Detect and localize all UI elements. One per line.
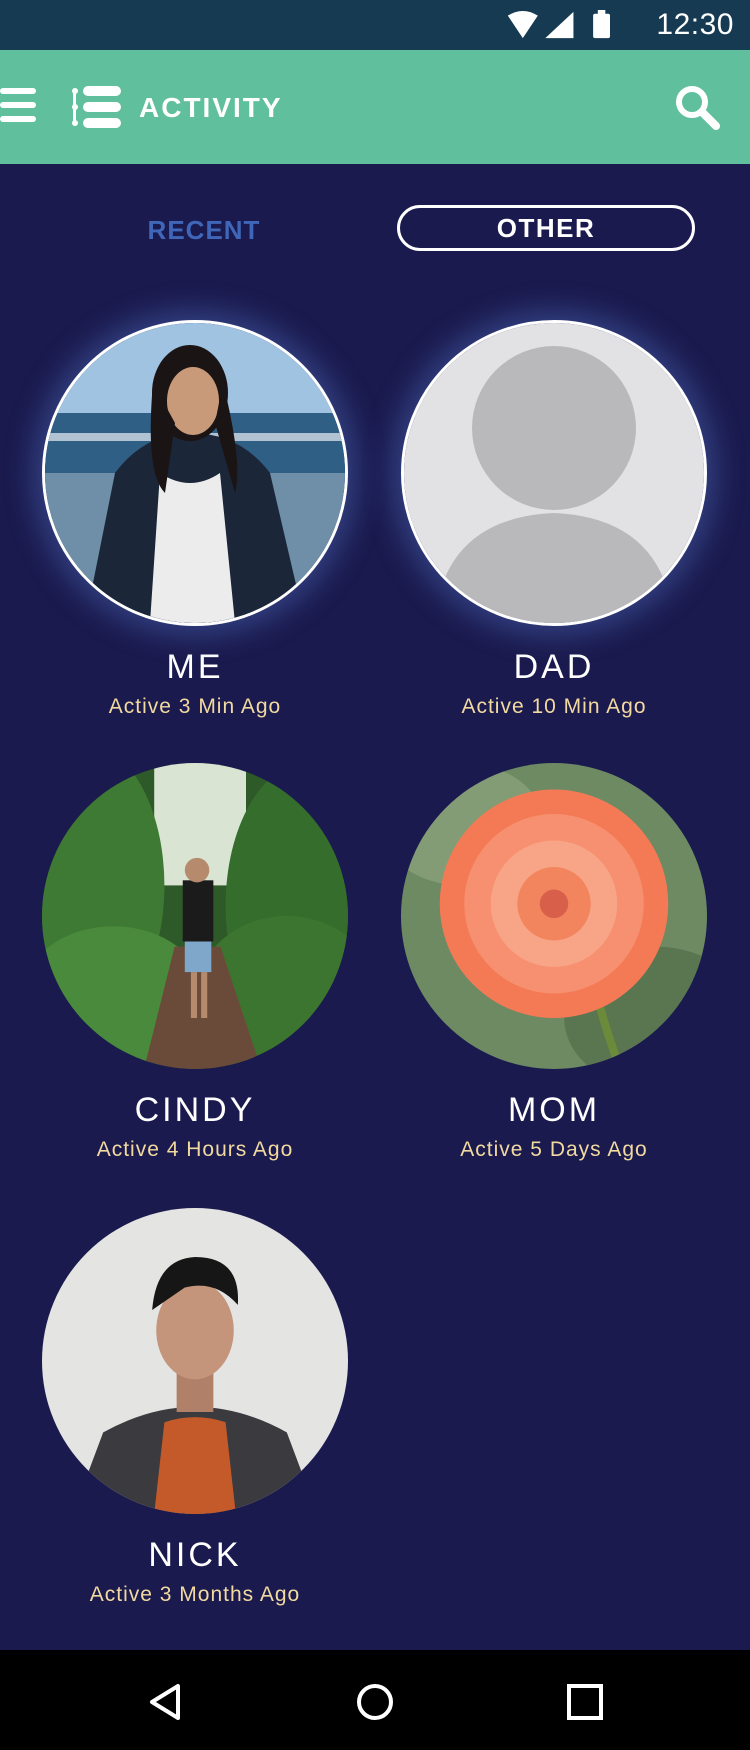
avatar-photo [42, 1208, 348, 1514]
search-icon[interactable] [674, 84, 720, 130]
avatar-nick[interactable] [42, 1208, 348, 1514]
contact-name: ME [166, 648, 224, 686]
contact-status: Active 10 Min Ago [461, 695, 647, 718]
contact-name: NICK [148, 1536, 242, 1574]
battery-icon [593, 10, 610, 39]
menu-icon-line [0, 102, 36, 108]
default-avatar-icon [404, 323, 704, 623]
contact-card-nick[interactable]: NICK Active 3 Months Ago [35, 1208, 355, 1607]
contact-card-dad[interactable]: DAD Active 10 Min Ago [394, 320, 714, 719]
status-time: 12:30 [656, 8, 734, 41]
avatar-me[interactable] [42, 320, 348, 626]
avatar-photo [45, 323, 345, 623]
contact-status: Active 3 Min Ago [108, 695, 282, 718]
avatar-mom[interactable] [401, 763, 707, 1069]
contact-name: MOM [507, 1091, 601, 1129]
list-icon [72, 86, 121, 128]
tab-other[interactable]: OTHER [397, 205, 695, 251]
navigation-bar [0, 1650, 750, 1750]
contact-status: Active 5 Days Ago [460, 1138, 648, 1161]
contact-name: CINDY [134, 1091, 256, 1129]
wifi-icon [507, 10, 538, 39]
app-bar: ACTIVITY [0, 50, 750, 164]
tab-recent[interactable]: RECENT [104, 206, 304, 254]
page-title: ACTIVITY [139, 92, 283, 123]
tab-bar: RECENT OTHER [0, 200, 750, 260]
menu-icon-line [0, 88, 36, 94]
contact-status: Active 4 Hours Ago [96, 1138, 294, 1161]
avatar-photo [42, 763, 348, 1069]
back-icon[interactable] [144, 1680, 188, 1724]
contact-card-mom[interactable]: MOM Active 5 Days Ago [394, 763, 714, 1162]
recents-icon[interactable] [563, 1680, 607, 1724]
contact-card-me[interactable]: ME Active 3 Min Ago [35, 320, 355, 719]
avatar-cindy[interactable] [42, 763, 348, 1069]
contact-card-cindy[interactable]: CINDY Active 4 Hours Ago [35, 763, 355, 1162]
status-bar: 12:30 [0, 0, 750, 50]
status-icons [507, 10, 610, 39]
avatar-dad[interactable] [401, 320, 707, 626]
menu-button[interactable] [0, 88, 38, 128]
signal-icon [545, 11, 574, 39]
contact-status: Active 3 Months Ago [89, 1583, 301, 1606]
menu-icon-line [0, 116, 36, 122]
avatar-photo [401, 763, 707, 1069]
home-icon[interactable] [353, 1680, 397, 1724]
contact-name: DAD [513, 648, 595, 686]
